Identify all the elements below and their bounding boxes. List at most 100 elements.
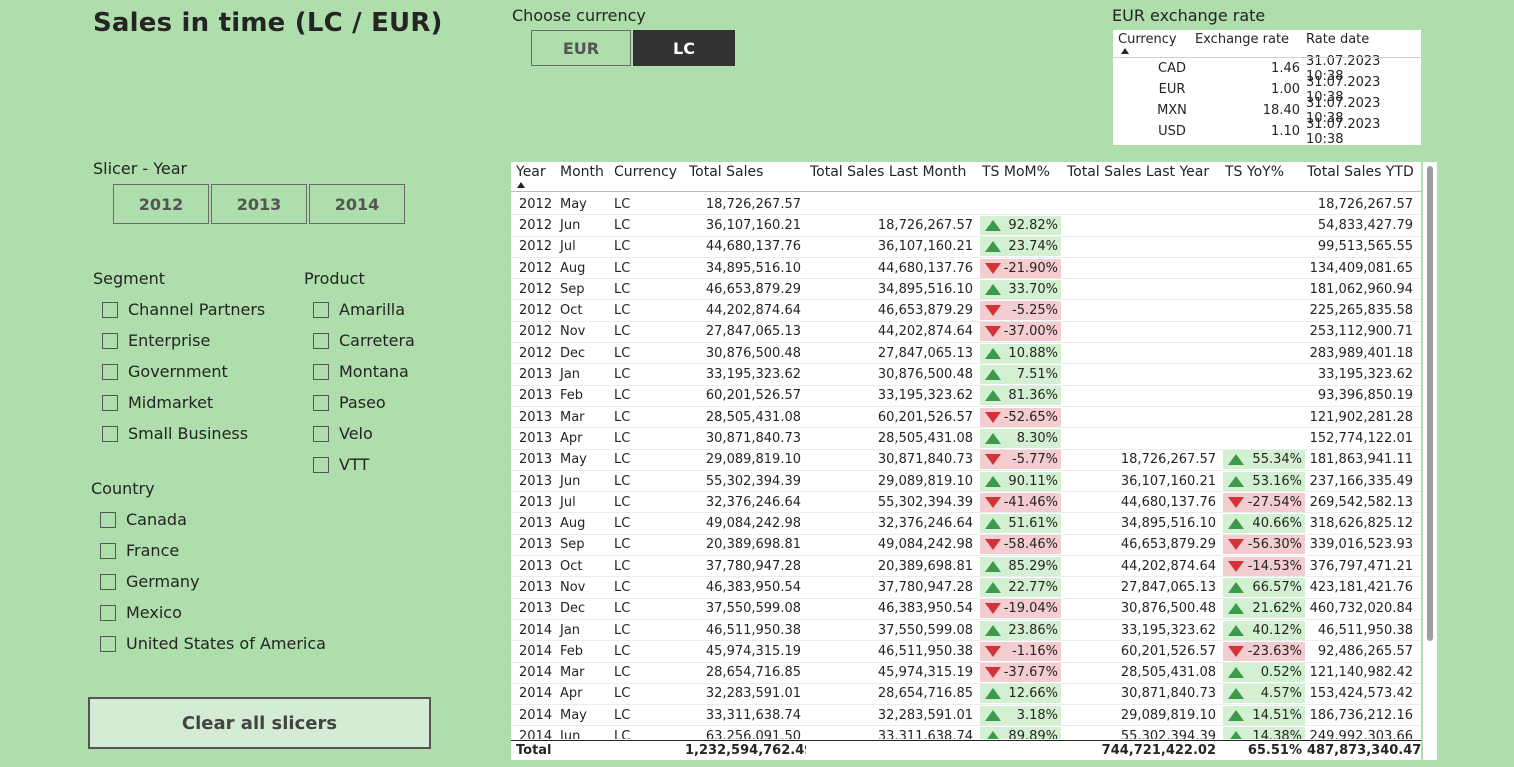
table-row[interactable]: 2014 Mar LC 28,654,716.85 45,974,315.19 -37.6… [511, 663, 1421, 684]
checkbox[interactable] [100, 635, 116, 652]
trend-down-icon [985, 262, 1001, 274]
segment-option[interactable]: Enterprise [102, 325, 265, 356]
table-row[interactable]: 2012 May LC 18,726,267.57 18,726,267.57 [511, 194, 1421, 216]
month-cell: Dec [560, 345, 586, 361]
table-row[interactable]: 2013 Aug LC 49,084,242.98 32,376,246.64 51.61… [511, 513, 1421, 535]
header-ts-mom[interactable]: TS MoM% [978, 164, 1063, 180]
checkbox[interactable] [102, 332, 118, 349]
table-row[interactable]: 2013 Jan LC 33,195,323.62 30,876,500.48 7.51%… [511, 364, 1421, 386]
country-option[interactable]: Germany [100, 566, 326, 597]
table-row[interactable]: 2013 Sep LC 20,389,698.81 49,084,242.98 -58.4… [511, 535, 1421, 557]
checkbox[interactable] [313, 394, 329, 411]
table-row[interactable]: 2012 Dec LC 30,876,500.48 27,847,065.13 10.88… [511, 343, 1421, 365]
month-cell: Aug [560, 260, 586, 276]
country-option[interactable]: Mexico [100, 597, 326, 628]
yoy-value: 40.12% [1252, 622, 1302, 638]
year-cell: 2012 [519, 324, 553, 340]
month-cell: Apr [560, 430, 583, 446]
checkbox[interactable] [313, 301, 329, 318]
segment-option[interactable]: Government [102, 356, 265, 387]
sales-table-body[interactable]: 2012 May LC 18,726,267.57 18,726,267.57 2012 J… [511, 194, 1421, 739]
country-option[interactable]: Canada [100, 504, 326, 535]
product-option[interactable]: Montana [313, 356, 415, 387]
ytd-cell: 225,265,835.58 [1309, 303, 1413, 319]
trend-down-icon [985, 645, 1001, 657]
fx-header-date[interactable]: Rate date [1300, 32, 1421, 47]
table-row[interactable]: 2014 Jun LC 63,256,091.50 33,311,638.74 89.89… [511, 726, 1421, 739]
segment-option[interactable]: Midmarket [102, 387, 265, 418]
mom-value: -1.16% [1012, 643, 1058, 659]
country-option[interactable]: France [100, 535, 326, 566]
table-row[interactable]: 2013 May LC 29,089,819.10 30,871,840.73 -5.77… [511, 450, 1421, 471]
currency-lc-button[interactable]: LC [633, 30, 735, 66]
table-row[interactable]: 2012 Jul LC 44,680,137.76 36,107,160.21 23.74… [511, 237, 1421, 258]
last-month-cell: 44,202,874.64 [877, 324, 973, 340]
total-sales-cell: 44,202,874.64 [705, 303, 801, 319]
table-row[interactable]: 2013 Feb LC 60,201,526.57 33,195,323.62 81.36… [511, 386, 1421, 407]
table-row[interactable]: 2013 Nov LC 46,383,950.54 37,780,947.28 22.77… [511, 577, 1421, 599]
checkbox[interactable] [100, 604, 116, 621]
checkbox[interactable] [313, 363, 329, 380]
fx-header-currency[interactable]: Currency [1113, 32, 1191, 47]
header-total-sales-last-year[interactable]: Total Sales Last Year [1063, 164, 1221, 180]
clear-all-slicers-button[interactable]: Clear all slicers [88, 697, 431, 749]
product-option[interactable]: Velo [313, 418, 415, 449]
table-row[interactable]: 2012 Aug LC 34,895,516.10 44,680,137.76 -21.9… [511, 258, 1421, 280]
trend-down-icon [985, 305, 1001, 317]
checkbox[interactable] [102, 394, 118, 411]
product-option[interactable]: Carretera [313, 325, 415, 356]
checkbox[interactable] [100, 573, 116, 590]
checkbox[interactable] [102, 363, 118, 380]
header-total-sales[interactable]: Total Sales [685, 164, 806, 180]
table-row[interactable]: 2012 Nov LC 27,847,065.13 44,202,874.64 -37.0… [511, 322, 1421, 344]
header-currency[interactable]: Currency [610, 164, 685, 180]
year-2012-button[interactable]: 2012 [113, 184, 209, 224]
table-row[interactable]: 2013 Jun LC 55,302,394.39 29,089,819.10 90.11… [511, 471, 1421, 493]
checkbox[interactable] [313, 425, 329, 442]
checkbox-label: Canada [126, 510, 187, 529]
checkbox[interactable] [100, 511, 116, 528]
table-row[interactable]: 2012 Oct LC 44,202,874.64 46,653,879.29 -5.25… [511, 300, 1421, 322]
table-row[interactable]: 2012 Sep LC 46,653,879.29 34,895,516.10 33.70… [511, 279, 1421, 301]
year-cell: 2013 [519, 558, 553, 574]
segment-option[interactable]: Channel Partners [102, 294, 265, 325]
header-total-sales-last-month[interactable]: Total Sales Last Month [806, 164, 978, 180]
header-year[interactable]: Year [511, 164, 556, 180]
product-option[interactable]: VTT [313, 449, 415, 480]
table-row[interactable]: 2013 Jul LC 32,376,246.64 55,302,394.39 -41.4… [511, 492, 1421, 514]
table-row[interactable]: 2012 Jun LC 36,107,160.21 18,726,267.57 92.82… [511, 215, 1421, 237]
product-option[interactable]: Paseo [313, 387, 415, 418]
year-cell: 2014 [519, 665, 553, 681]
table-row[interactable]: 2013 Mar LC 28,505,431.08 60,201,526.57 -52.6… [511, 407, 1421, 429]
last-year-cell: 55,302,394.39 [1120, 729, 1216, 739]
month-cell: May [560, 196, 587, 212]
checkbox[interactable] [313, 456, 329, 473]
table-row[interactable]: 2014 May LC 33,311,638.74 32,283,591.01 3.18%… [511, 705, 1421, 727]
year-cell: 2013 [519, 601, 553, 617]
product-option[interactable]: Amarilla [313, 294, 415, 325]
table-row[interactable]: 2013 Oct LC 37,780,947.28 20,389,698.81 85.29… [511, 556, 1421, 578]
table-row[interactable]: 2014 Feb LC 45,974,315.19 46,511,950.38 -1.16… [511, 641, 1421, 663]
currency-cell: LC [614, 579, 631, 595]
currency-eur-button[interactable]: EUR [531, 30, 631, 66]
country-option[interactable]: United States of America [100, 628, 326, 659]
segment-option[interactable]: Small Business [102, 418, 265, 449]
header-total-sales-ytd[interactable]: Total Sales YTD [1307, 164, 1421, 180]
month-cell: Feb [560, 643, 584, 659]
checkbox[interactable] [102, 301, 118, 318]
header-ts-yoy[interactable]: TS YoY% [1221, 164, 1307, 180]
fx-header-rate[interactable]: Exchange rate [1191, 32, 1300, 47]
checkbox[interactable] [102, 425, 118, 442]
year-2014-button[interactable]: 2014 [309, 184, 405, 224]
ytd-cell: 249,992,303.66 [1309, 729, 1413, 739]
checkbox[interactable] [100, 542, 116, 559]
header-month[interactable]: Month [556, 164, 610, 180]
table-row[interactable]: 2013 Apr LC 30,871,840.73 28,505,431.08 8.30%… [511, 428, 1421, 450]
table-scrollbar-thumb[interactable] [1427, 166, 1433, 641]
table-row[interactable]: 2014 Jan LC 46,511,950.38 37,550,599.08 23.86… [511, 620, 1421, 642]
year-2013-button[interactable]: 2013 [211, 184, 307, 224]
checkbox[interactable] [313, 332, 329, 349]
table-row[interactable]: 2013 Dec LC 37,550,599.08 46,383,950.54 -19.0… [511, 599, 1421, 620]
trend-down-icon [1228, 496, 1244, 508]
table-row[interactable]: 2014 Apr LC 32,283,591.01 28,654,716.85 12.66… [511, 684, 1421, 706]
